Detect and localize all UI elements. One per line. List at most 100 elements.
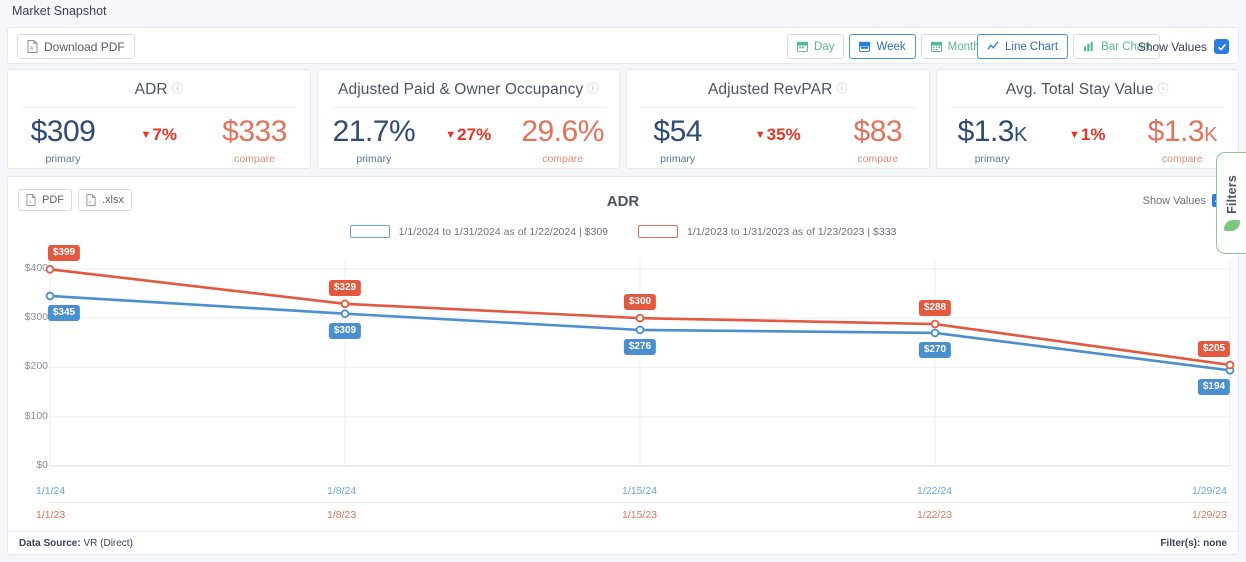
download-pdf-label: Download PDF [44,39,125,54]
data-point-label: $205 [1197,340,1231,357]
data-point-label: $399 [47,245,81,262]
kpi-title-text: Adjusted Paid & Owner Occupancy [338,81,584,98]
legend-swatch-primary[interactable] [349,225,390,238]
x-axis-tick: 1/22/23 [917,509,953,521]
kpi-card-occupancy: Adjusted Paid & Owner Occupancy ⓘ 21.7% p… [316,69,620,169]
kpi-body: $309 primary ▼7% $333 compare [8,108,310,165]
data-source-value: VR (Direct) [83,537,133,549]
chart-legend: 1/1/2024 to 1/31/2024 as of 1/22/2024 | … [8,225,1238,238]
kpi-compare: $83 compare [854,117,903,165]
bar-chart-icon [1083,41,1095,52]
kpi-title-text: ADR [134,81,168,98]
y-axis-tick: $300 [24,311,48,324]
kpi-primary-label: primary [974,153,1010,165]
data-point-label: $288 [918,300,952,317]
x-axis-tick: 1/29/24 [1191,485,1227,497]
kpi-delta-value: 7% [152,125,177,144]
panel-show-values-label: Show Values [1142,194,1206,207]
kpi-primary-value: $1.3K [957,115,1028,148]
kpi-body: $1.3K primary ▼1% $1.3K compare [937,108,1239,165]
kpi-compare: $1.3K compare [1147,115,1218,165]
kpi-body: $54 primary ▼35% $83 compare [627,108,929,165]
info-icon[interactable]: ⓘ [587,83,598,95]
kpi-delta: ▼27% [445,117,491,145]
show-values-toggle[interactable]: Show Values [1138,34,1229,59]
filters-summary-text: Filter(s): none [1160,537,1227,549]
kpi-card-revpar: Adjusted RevPAR ⓘ $54 primary ▼35% $83 co… [626,69,930,169]
x-axis: 1/1/24 1/8/24 1/15/24 1/22/24 1/29/24 1/1/23… [8,481,1240,527]
calendar-icon [930,41,942,52]
kpi-delta-value: 1% [1080,125,1106,144]
kpi-body: 21.7% primary ▼27% 29.6% compare [318,108,620,165]
show-values-checkbox[interactable] [1214,39,1229,54]
kpi-compare-value: $333 [222,115,287,148]
y-axis-tick: $0 [36,459,48,471]
kpi-compare-value: 29.6% [521,115,604,148]
kpi-compare-label: compare [1161,153,1203,165]
kpi-primary: 21.7% primary [333,117,416,165]
kpi-compare-number: $1.3 [1147,115,1205,148]
down-triangle-icon: ▼ [1069,129,1080,141]
show-values-label: Show Values [1137,39,1207,54]
week-button[interactable]: Week [849,34,916,59]
chart-svg [45,259,1235,467]
file-pdf-icon: A [27,40,38,53]
kpi-title-text: Adjusted RevPAR [707,81,833,98]
y-axis-tick: $400 [24,261,48,274]
panel-show-values-toggle[interactable]: Show Values [1143,194,1225,207]
x-axis-tick: 1/22/24 [917,485,953,497]
line-chart-label: Line Chart [1005,40,1059,53]
kpi-primary-label: primary [660,153,696,165]
x-axis-tick: 1/29/23 [1191,509,1227,521]
data-point-label: $309 [328,322,362,339]
data-point-label: $345 [47,304,81,321]
kpi-title: ADR ⓘ [8,70,310,99]
legend-swatch-compare[interactable] [638,225,678,238]
data-source-label: Data Source: [19,537,81,549]
x-axis-tick: 1/1/24 [36,485,66,497]
kpi-delta: ▼1% [1069,117,1105,145]
y-axis-tick: $200 [24,360,48,373]
kpi-title: Avg. Total Stay Value ⓘ [937,70,1239,99]
kpi-compare: 29.6% compare [521,117,604,165]
data-point-label: $329 [328,279,362,296]
x-axis-tick: 1/8/23 [327,509,357,521]
info-icon[interactable]: ⓘ [172,83,183,95]
kpi-primary-number: $1.3 [957,115,1015,148]
kpi-compare: $333 compare [222,117,287,165]
date-granularity-group: Day Week Month [787,34,995,59]
x-axis-tick: 1/15/23 [622,509,658,521]
data-source: Data Source: VR (Direct) [19,538,133,549]
kpi-compare-value: $1.3K [1147,115,1218,148]
kpi-title-text: Avg. Total Stay Value [1005,81,1154,98]
calendar-icon [797,41,808,52]
y-axis-tick: $100 [24,409,48,422]
leaf-icon [1223,220,1240,232]
x-axis-row-primary: 1/1/24 1/8/24 1/15/24 1/22/24 1/29/24 [8,481,1240,503]
line-chart-icon [987,41,999,52]
day-button[interactable]: Day [787,34,845,59]
kpi-primary-value: $54 [653,115,702,148]
chart-plot-area: $0 $100 $200 $300 $400 $345 $309 $276 $270 $194 $… [8,245,1240,481]
line-chart-button[interactable]: Line Chart [977,34,1069,59]
kpi-row: ADR ⓘ $309 primary ▼7% $333 compare Adjus… [7,69,1239,169]
down-triangle-icon: ▼ [445,129,457,141]
filters-tab-label: Filters [1224,174,1239,214]
download-pdf-button[interactable]: A Download PDF [17,34,135,59]
kpi-compare-value: $83 [853,115,903,148]
info-icon[interactable]: ⓘ [836,83,847,95]
toolbar: A Download PDF Day Week Month Line Chart… [7,27,1239,64]
kpi-primary: $309 primary [31,117,96,165]
chart-title: ADR [606,193,640,210]
kpi-delta-value: 27% [457,125,492,144]
kpi-primary-value: 21.7% [332,115,416,148]
legend-label-compare: 1/1/2023 to 1/31/2023 as of 1/23/2023 | … [687,225,897,238]
kpi-compare-label: compare [234,153,275,165]
data-point-label: $194 [1197,379,1231,396]
data-point-label: $276 [623,338,657,355]
month-label: Month [947,40,980,53]
kpi-primary-suffix: K [1013,124,1027,146]
filters-tab[interactable]: Filters [1216,152,1246,254]
info-icon[interactable]: ⓘ [1158,83,1169,95]
x-axis-tick: 1/8/24 [327,485,357,497]
